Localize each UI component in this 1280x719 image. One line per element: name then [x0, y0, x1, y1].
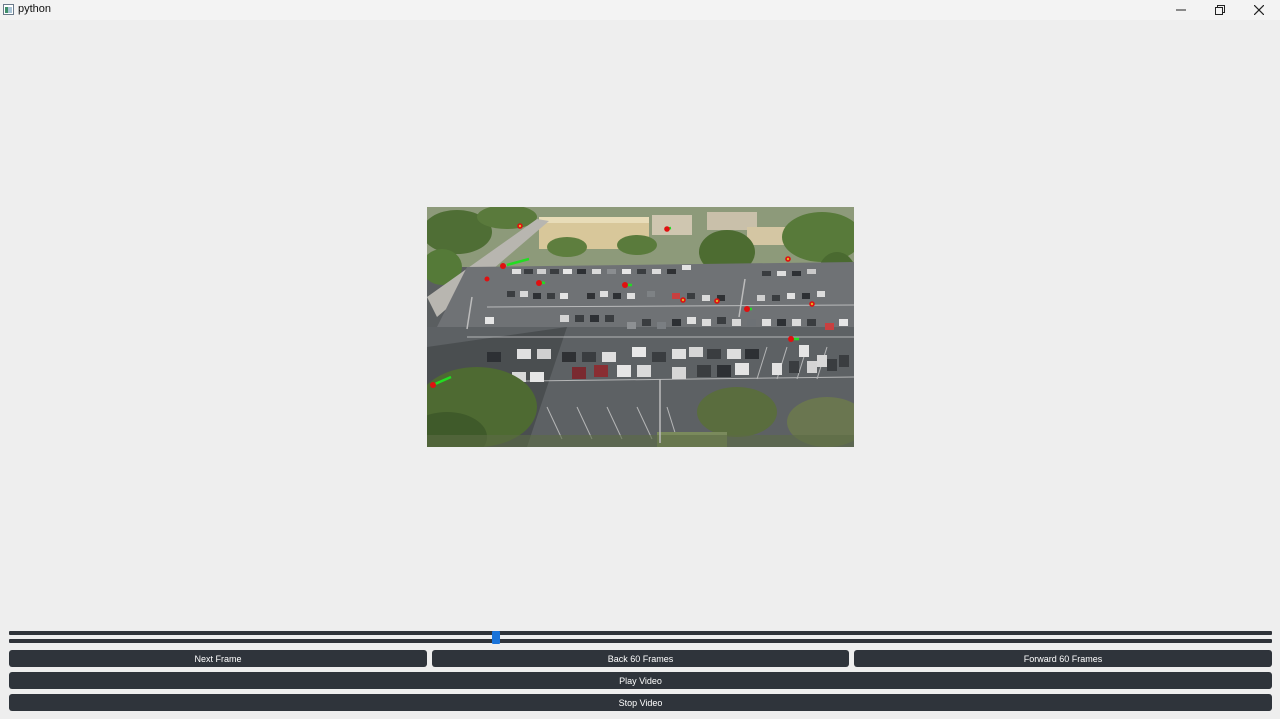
forward-60-frames-button[interactable]: Forward 60 Frames: [854, 650, 1272, 667]
close-button[interactable]: [1239, 0, 1279, 20]
window-titlebar: python: [0, 0, 1280, 20]
restore-button[interactable]: [1200, 0, 1240, 20]
frame-slider[interactable]: [9, 630, 1272, 644]
slider-track-lower: [9, 639, 1272, 643]
minimize-button[interactable]: [1161, 0, 1201, 20]
video-frame: [427, 207, 854, 447]
next-frame-button[interactable]: Next Frame: [9, 650, 427, 667]
app-icon: [3, 4, 14, 15]
slider-track-upper: [9, 631, 1272, 635]
stop-video-button[interactable]: Stop Video: [9, 694, 1272, 711]
close-icon: [1254, 5, 1264, 15]
window-title: python: [18, 3, 52, 15]
back-60-frames-button[interactable]: Back 60 Frames: [432, 650, 849, 667]
minimize-icon: [1176, 9, 1186, 11]
restore-icon: [1215, 5, 1225, 15]
play-video-button[interactable]: Play Video: [9, 672, 1272, 689]
video-frame-image: [427, 207, 854, 447]
slider-handle[interactable]: [492, 631, 500, 644]
